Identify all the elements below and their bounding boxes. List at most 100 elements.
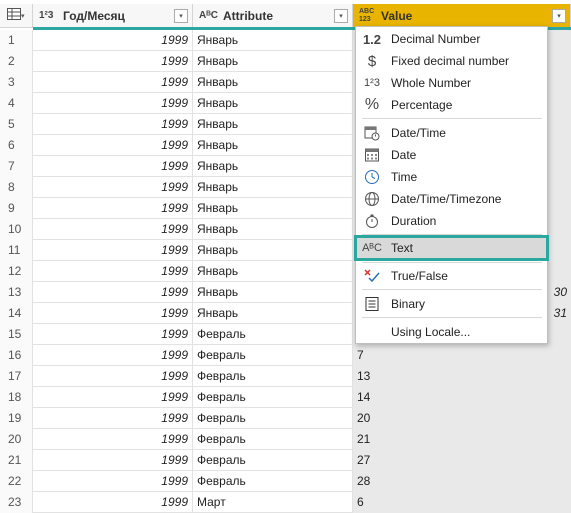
stopwatch-icon	[361, 212, 383, 230]
table-row[interactable]: 22 1999 Февраль 28	[0, 471, 571, 492]
menu-separator	[362, 118, 542, 119]
cell-value[interactable]: 27	[353, 450, 549, 471]
cell-attribute[interactable]: Январь	[193, 282, 353, 303]
cell-value[interactable]: 21	[353, 429, 549, 450]
cell-year[interactable]: 1999	[33, 282, 193, 303]
cell-year[interactable]: 1999	[33, 135, 193, 156]
cell-year[interactable]: 1999	[33, 240, 193, 261]
cell-value[interactable]: 7	[353, 345, 549, 366]
cell-value[interactable]: 6	[353, 492, 549, 513]
cell-attribute[interactable]: Февраль	[193, 471, 353, 492]
cell-attribute[interactable]: Январь	[193, 198, 353, 219]
filter-dropdown-button[interactable]: ▾	[552, 8, 566, 23]
cell-attribute[interactable]: Январь	[193, 72, 353, 93]
cell-year[interactable]: 1999	[33, 51, 193, 72]
cell-year[interactable]: 1999	[33, 72, 193, 93]
row-number: 23	[0, 492, 33, 513]
row-number: 11	[0, 240, 33, 261]
menu-item-datetime[interactable]: Date/Time	[356, 122, 547, 144]
cell-year[interactable]: 1999	[33, 471, 193, 492]
cell-year[interactable]: 1999	[33, 450, 193, 471]
cell-attribute[interactable]: Февраль	[193, 366, 353, 387]
cell-attribute[interactable]: Январь	[193, 93, 353, 114]
cell-value-overflow	[549, 198, 571, 219]
cell-attribute[interactable]: Февраль	[193, 429, 353, 450]
menu-item-true-false[interactable]: True/False	[356, 265, 547, 287]
menu-item-time[interactable]: Time	[356, 166, 547, 188]
table-row[interactable]: 21 1999 Февраль 27	[0, 450, 571, 471]
cell-attribute[interactable]: Январь	[193, 114, 353, 135]
binary-icon	[361, 295, 383, 313]
column-header-value[interactable]: ABC 123 Value ▾	[353, 4, 571, 28]
cell-attribute[interactable]: Январь	[193, 219, 353, 240]
cell-year[interactable]: 1999	[33, 387, 193, 408]
row-number: 5	[0, 114, 33, 135]
column-header-year[interactable]: 1²3 Год/Месяц ▾	[33, 4, 193, 28]
cell-year[interactable]: 1999	[33, 177, 193, 198]
row-number: 2	[0, 51, 33, 72]
cell-value[interactable]: 13	[353, 366, 549, 387]
table-row[interactable]: 16 1999 Февраль 7	[0, 345, 571, 366]
menu-item-binary[interactable]: Binary	[356, 293, 547, 315]
menu-item-text[interactable]: AᴮC Text	[354, 235, 549, 261]
menu-item-fixed-decimal[interactable]: $ Fixed decimal number	[356, 50, 547, 72]
any-type-icon[interactable]: ABC 123	[359, 8, 377, 24]
cell-value-overflow	[549, 429, 571, 450]
cell-value-overflow	[549, 261, 571, 282]
cell-attribute[interactable]: Январь	[193, 51, 353, 72]
datetime-icon	[361, 124, 383, 142]
cell-attribute[interactable]: Январь	[193, 303, 353, 324]
cell-year[interactable]: 1999	[33, 219, 193, 240]
row-number: 18	[0, 387, 33, 408]
filter-dropdown-button[interactable]: ▾	[334, 8, 348, 23]
whole-number-type-icon[interactable]: 1²3	[39, 10, 59, 21]
menu-item-decimal-number[interactable]: 1.2 Decimal Number	[356, 28, 547, 50]
cell-year[interactable]: 1999	[33, 261, 193, 282]
cell-attribute[interactable]: Январь	[193, 135, 353, 156]
column-header-attribute[interactable]: AᴮC Attribute ▾	[193, 4, 353, 28]
cell-year[interactable]: 1999	[33, 408, 193, 429]
menu-item-whole-number[interactable]: 1²3 Whole Number	[356, 72, 547, 94]
cell-attribute[interactable]: Март	[193, 492, 353, 513]
menu-item-percentage[interactable]: % Percentage	[356, 94, 547, 116]
cell-attribute[interactable]: Январь	[193, 261, 353, 282]
table-row[interactable]: 20 1999 Февраль 21	[0, 429, 571, 450]
cell-attribute[interactable]: Январь	[193, 177, 353, 198]
cell-year[interactable]: 1999	[33, 345, 193, 366]
menu-item-using-locale[interactable]: Using Locale...	[356, 321, 547, 343]
table-menu-button[interactable]: ▾	[0, 4, 33, 28]
table-row[interactable]: 17 1999 Февраль 13	[0, 366, 571, 387]
cell-attribute[interactable]: Февраль	[193, 345, 353, 366]
table-row[interactable]: 23 1999 Март 6	[0, 492, 571, 513]
cell-attribute[interactable]: Февраль	[193, 450, 353, 471]
cell-year[interactable]: 1999	[33, 30, 193, 51]
cell-year[interactable]: 1999	[33, 156, 193, 177]
menu-separator	[362, 317, 542, 318]
cell-year[interactable]: 1999	[33, 93, 193, 114]
cell-year[interactable]: 1999	[33, 198, 193, 219]
table-row[interactable]: 18 1999 Февраль 14	[0, 387, 571, 408]
cell-attribute[interactable]: Январь	[193, 30, 353, 51]
cell-attribute[interactable]: Январь	[193, 156, 353, 177]
cell-attribute[interactable]: Январь	[193, 240, 353, 261]
whole-number-icon: 1²3	[364, 77, 380, 89]
menu-item-datetime-timezone[interactable]: Date/Time/Timezone	[356, 188, 547, 210]
filter-dropdown-button[interactable]: ▾	[174, 8, 188, 23]
cell-attribute[interactable]: Февраль	[193, 387, 353, 408]
cell-year[interactable]: 1999	[33, 429, 193, 450]
calendar-icon	[361, 146, 383, 164]
cell-year[interactable]: 1999	[33, 492, 193, 513]
cell-year[interactable]: 1999	[33, 114, 193, 135]
menu-item-duration[interactable]: Duration	[356, 210, 547, 232]
text-type-icon[interactable]: AᴮC	[199, 10, 219, 21]
cell-year[interactable]: 1999	[33, 303, 193, 324]
cell-value[interactable]: 28	[353, 471, 549, 492]
cell-year[interactable]: 1999	[33, 366, 193, 387]
table-row[interactable]: 19 1999 Февраль 20	[0, 408, 571, 429]
cell-value[interactable]: 20	[353, 408, 549, 429]
menu-item-date[interactable]: Date	[356, 144, 547, 166]
cell-attribute[interactable]: Февраль	[193, 408, 353, 429]
cell-value[interactable]: 14	[353, 387, 549, 408]
cell-year[interactable]: 1999	[33, 324, 193, 345]
cell-attribute[interactable]: Февраль	[193, 324, 353, 345]
